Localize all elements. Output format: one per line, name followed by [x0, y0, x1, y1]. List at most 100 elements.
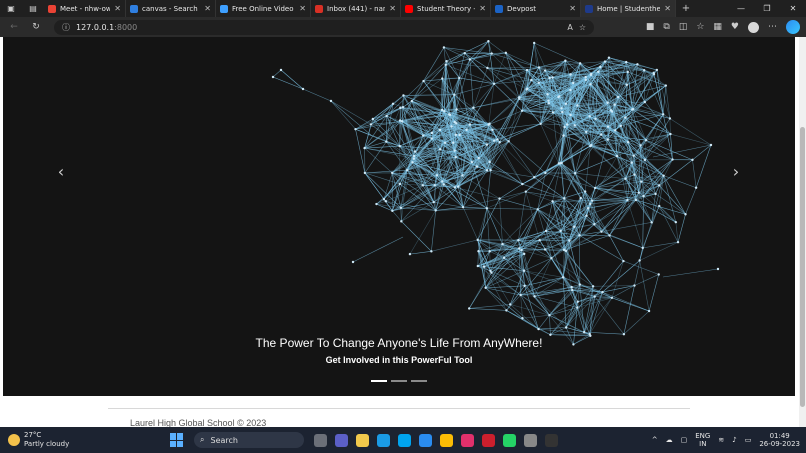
collections-icon[interactable]: ▦ — [713, 22, 722, 32]
wifi-icon[interactable]: ≋ — [718, 436, 724, 444]
more-menu-icon[interactable]: ⋯ — [768, 22, 777, 32]
taskbar-search-label: Search — [210, 435, 238, 445]
tab-close-icon[interactable]: ✕ — [664, 4, 671, 13]
task-view-icon[interactable] — [314, 433, 327, 447]
weather-temp: 27°C — [24, 431, 42, 439]
app-icon-1[interactable] — [419, 433, 432, 447]
tab-favicon-icon — [405, 4, 413, 13]
workspaces-icon[interactable]: ▣ — [0, 0, 22, 17]
taskbar-search[interactable]: ⌕ Search — [194, 432, 304, 448]
favorites-icon[interactable]: ☆ — [696, 22, 704, 32]
tab-close-icon[interactable]: ✕ — [389, 4, 396, 13]
tab-label: Meet - nhw-owv — [60, 4, 111, 13]
browser-tab[interactable]: Meet - nhw-owv ✕ — [44, 0, 126, 17]
page-scrollbar[interactable] — [799, 37, 806, 427]
performance-icon[interactable]: ♥ — [731, 22, 739, 32]
instagram-icon[interactable] — [461, 433, 474, 447]
file-explorer-icon[interactable] — [356, 433, 369, 447]
address-port: :8000 — [114, 22, 138, 32]
tab-close-icon[interactable]: ✕ — [299, 4, 306, 13]
hero-subline: Get Involved in this PowerFul Tool — [325, 355, 473, 365]
profile-avatar[interactable] — [748, 21, 759, 33]
language-line2: IN — [699, 440, 707, 448]
tray-chevron-icon[interactable]: ^ — [652, 436, 658, 444]
browser-toolbar: ← ↻ ⓘ 127.0.0.1:8000 A ☆ ■ ⧉ ◫ ☆ ▦ ♥ ⋯ — [0, 17, 806, 37]
partly-cloudy-icon — [8, 434, 20, 446]
clock[interactable]: 01:49 26-09-2023 — [759, 432, 800, 448]
footer-divider — [108, 408, 690, 409]
window-controls: — ❐ ✕ — [728, 4, 806, 13]
chrome-icon[interactable] — [440, 433, 453, 447]
tab-label: Devpost — [507, 4, 536, 13]
browser-tab[interactable]: Home | Studentheory✕ — [581, 0, 676, 17]
carousel-indicators — [371, 380, 427, 382]
scrollbar-thumb[interactable] — [800, 127, 805, 407]
whatsapp-icon[interactable] — [503, 433, 516, 447]
tab-actions-icon[interactable]: ▤ — [22, 0, 44, 17]
back-icon[interactable]: ← — [6, 22, 22, 32]
edge-icon[interactable] — [377, 433, 390, 447]
taskbar-apps — [314, 433, 558, 447]
app-icon-2[interactable] — [524, 433, 537, 447]
copilot-icon[interactable] — [786, 20, 800, 34]
close-window-icon[interactable]: ✕ — [780, 4, 806, 13]
carousel-prev-icon[interactable]: ‹ — [51, 162, 71, 181]
browser-tab[interactable]: Free Online Video Ed ✕ — [216, 0, 311, 17]
read-aloud-icon[interactable]: A — [567, 23, 572, 32]
tray-app-icon[interactable]: ▢ — [681, 436, 688, 444]
site-info-icon[interactable]: ⓘ — [62, 22, 70, 33]
teams-icon[interactable] — [335, 433, 348, 447]
extension-icon[interactable]: ■ — [646, 22, 655, 32]
search-icon: ⌕ — [200, 435, 205, 444]
carousel-indicator[interactable] — [411, 380, 427, 382]
start-button[interactable] — [170, 433, 184, 447]
browser-tab[interactable]: Inbox (441) - nandha ✕ — [311, 0, 401, 17]
battery-icon[interactable]: ▭ — [745, 436, 752, 444]
browser-tab[interactable]: Student Theory - You ✕ — [401, 0, 491, 17]
address-bar[interactable]: ⓘ 127.0.0.1:8000 A ☆ — [54, 19, 594, 35]
tab-label: canvas - Search — [142, 4, 198, 13]
language-line1: ENG — [695, 432, 711, 440]
tab-close-icon[interactable]: ✕ — [479, 4, 486, 13]
carousel-next-icon[interactable]: › — [726, 162, 746, 181]
new-tab-button[interactable]: + — [676, 3, 696, 14]
terminal-icon[interactable] — [545, 433, 558, 447]
tab-close-icon[interactable]: ✕ — [114, 4, 121, 13]
opera-icon[interactable] — [482, 433, 495, 447]
minimize-icon[interactable]: — — [728, 4, 754, 13]
tab-favicon-icon — [495, 4, 503, 13]
tab-favicon-icon — [315, 4, 323, 13]
split-screen-icon[interactable]: ◫ — [679, 22, 688, 32]
weather-widget[interactable]: 27°C Partly cloudy — [0, 431, 150, 449]
extensions-puzzle-icon[interactable]: ⧉ — [663, 22, 669, 32]
clock-time: 01:49 — [769, 432, 790, 440]
tabs-container: Meet - nhw-owv ✕ canvas - Search ✕ Free Onli… — [44, 0, 676, 17]
browser-tab[interactable]: canvas - Search ✕ — [126, 0, 216, 17]
tab-close-icon[interactable]: ✕ — [569, 4, 576, 13]
tab-label: Home | Studentheory — [597, 4, 661, 13]
tab-strip: ▣ ▤ Meet - nhw-owv ✕ canvas - Search ✕ Free … — [0, 0, 806, 17]
hero-headline: The Power To Change Anyone's Life From A… — [255, 336, 543, 350]
web-page: ‹ › The Power To Change Anyone's Life Fr… — [0, 37, 799, 427]
windows-taskbar: 27°C Partly cloudy ⌕ Search ^ ☁ ▢ ENG IN… — [0, 427, 806, 453]
browser-tab[interactable]: Devpost ✕ — [491, 0, 581, 17]
restore-icon[interactable]: ❐ — [754, 4, 780, 13]
system-tray: ^ ☁ ▢ ENG IN ≋ ♪ ▭ 01:49 26-09-2023 — [652, 432, 806, 448]
carousel-indicator[interactable] — [391, 380, 407, 382]
tab-close-icon[interactable]: ✕ — [204, 4, 211, 13]
store-icon[interactable] — [398, 433, 411, 447]
favorite-star-icon[interactable]: ☆ — [579, 23, 586, 32]
tab-favicon-icon — [48, 4, 56, 13]
toolbar-right: ■ ⧉ ◫ ☆ ▦ ♥ ⋯ — [646, 20, 800, 34]
footer-copyright: Laurel High Global School © 2023 — [130, 418, 267, 427]
volume-icon[interactable]: ♪ — [732, 436, 736, 444]
refresh-icon[interactable]: ↻ — [28, 22, 44, 32]
carousel-indicator[interactable] — [371, 380, 387, 382]
tab-label: Free Online Video Ed — [232, 4, 295, 13]
language-indicator[interactable]: ENG IN — [695, 432, 710, 448]
clock-date: 26-09-2023 — [759, 440, 800, 448]
onedrive-icon[interactable]: ☁ — [666, 436, 673, 444]
hero-carousel: ‹ › The Power To Change Anyone's Life Fr… — [3, 37, 795, 396]
tab-favicon-icon — [585, 4, 593, 13]
tab-favicon-icon — [220, 4, 228, 13]
